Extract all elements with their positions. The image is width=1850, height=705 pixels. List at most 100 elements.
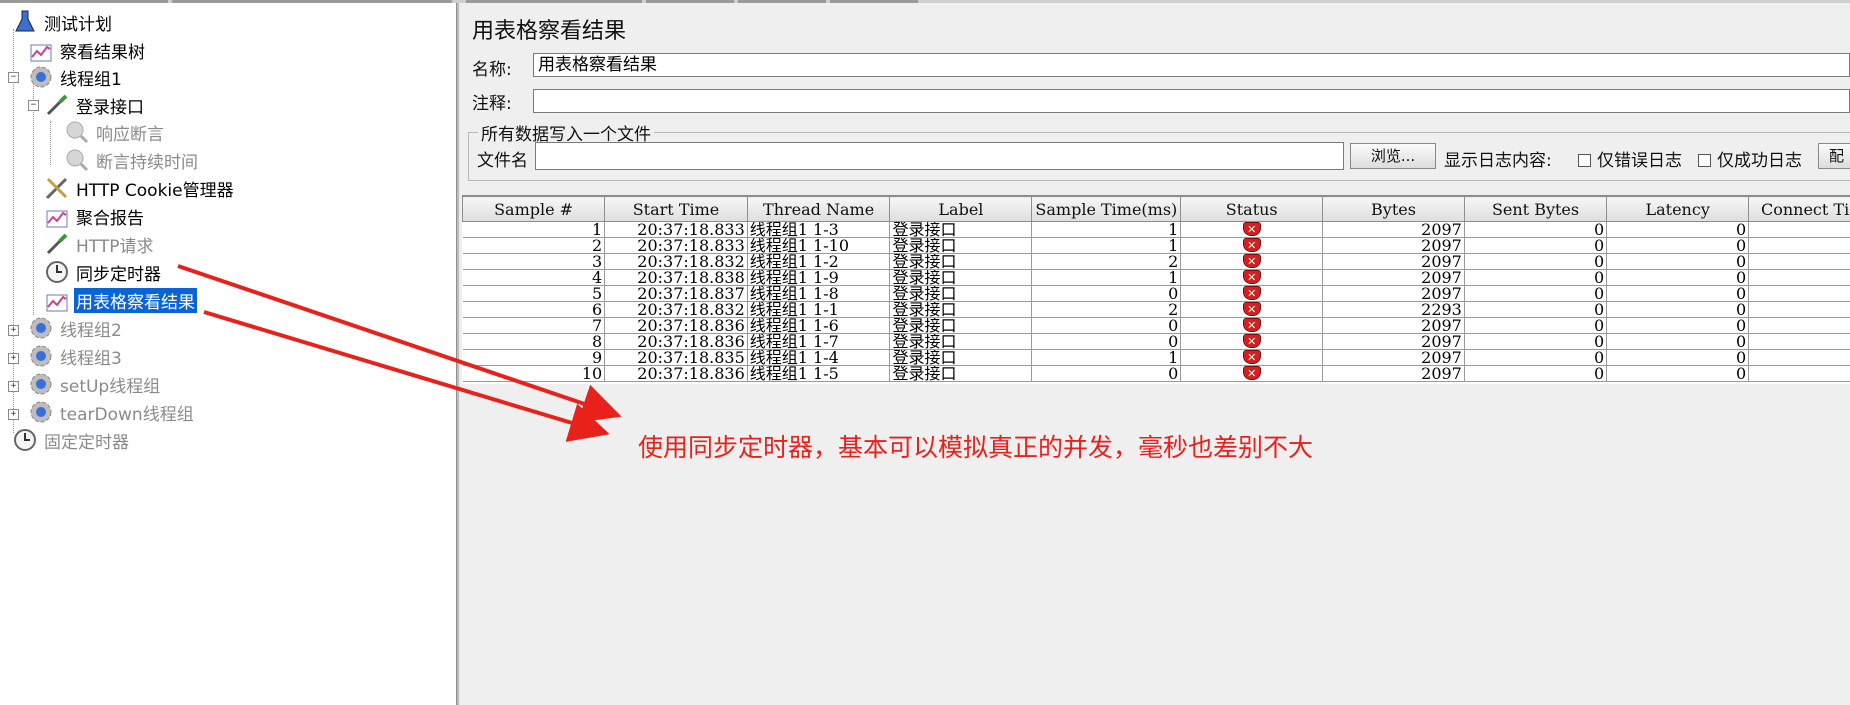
column-header[interactable]: Sample # — [461, 196, 606, 222]
tree-node[interactable]: 响应断言 — [64, 119, 166, 145]
errors-only-option[interactable]: 仅错误日志 — [1578, 146, 1682, 171]
name-label: 名称: — [472, 60, 512, 80]
tree-node[interactable]: setUp线程组 — [28, 371, 162, 397]
table-row[interactable]: 3 20:37:18.832 线程组1 1-2 登录接口 2 ✕ 2097 0 0 — [462, 253, 1850, 270]
table-cell: 10 — [462, 365, 606, 382]
sampler-pipette-icon — [44, 231, 70, 257]
filename-field[interactable] — [535, 142, 1344, 170]
tree-node[interactable]: 同步定时器 — [44, 259, 163, 285]
table-row[interactable]: 6 20:37:18.832 线程组1 1-1 登录接口 2 ✕ 2293 0 0 — [462, 301, 1850, 318]
table-row[interactable]: 7 20:37:18.836 线程组1 1-6 登录接口 0 ✕ 2097 0 0 — [462, 317, 1850, 334]
table-cell: 登录接口 — [889, 269, 1033, 286]
table-cell: 0 — [1606, 253, 1750, 270]
table-cell: 登录接口 — [889, 221, 1033, 238]
tree-node[interactable]: 测试计划 — [12, 9, 114, 35]
status-cell: ✕ — [1180, 237, 1324, 254]
table-cell: 20:37:18.835 — [604, 349, 748, 366]
table-row[interactable]: 9 20:37:18.835 线程组1 1-4 登录接口 1 ✕ 2097 0 0 — [462, 349, 1850, 366]
table-cell: 2097 — [1322, 237, 1465, 254]
expand-toggle[interactable]: + — [8, 381, 19, 392]
configure-button[interactable]: 配 — [1818, 143, 1850, 169]
browse-button[interactable]: 浏览... — [1350, 143, 1436, 169]
table-cell: 2097 — [1322, 253, 1465, 270]
expand-toggle[interactable]: + — [8, 409, 19, 420]
table-row[interactable]: 10 20:37:18.836 线程组1 1-5 登录接口 0 ✕ 2097 0 0 — [462, 365, 1850, 382]
table-cell: 线程组1 1-1 — [747, 301, 891, 318]
success-only-option[interactable]: 仅成功日志 — [1698, 146, 1802, 171]
tree-node-label: tearDown线程组 — [60, 404, 194, 425]
tree-node[interactable]: 线程组1 — [28, 64, 124, 90]
column-header[interactable]: Status — [1180, 196, 1324, 222]
table-cell: 20:37:18.836 — [604, 333, 748, 350]
expand-toggle[interactable]: + — [8, 325, 19, 336]
table-cell: 登录接口 — [889, 333, 1033, 350]
table-cell — [1748, 269, 1850, 286]
table-cell — [1748, 285, 1850, 302]
error-shield-icon: ✕ — [1242, 222, 1261, 236]
column-header[interactable]: Bytes — [1322, 196, 1465, 222]
errors-only-checkbox[interactable] — [1578, 154, 1591, 167]
table-row[interactable]: 1 20:37:18.833 线程组1 1-3 登录接口 1 ✕ 2097 0 0 — [462, 221, 1850, 238]
log-content-label: 显示日志内容: — [1444, 151, 1552, 171]
tree-node[interactable]: 线程组3 — [28, 343, 124, 369]
table-row[interactable]: 2 20:37:18.833 线程组1 1-10 登录接口 1 ✕ 2097 0 0 — [462, 237, 1850, 254]
column-header[interactable]: Latency — [1606, 196, 1750, 222]
table-cell: 2097 — [1322, 269, 1465, 286]
table-row[interactable]: 4 20:37:18.838 线程组1 1-9 登录接口 1 ✕ 2097 0 0 — [462, 269, 1850, 286]
tree-node[interactable]: 察看结果树 — [28, 37, 147, 63]
success-only-checkbox[interactable] — [1698, 154, 1711, 167]
results-table: Sample # Start Time Thread Name Label Sample… — [461, 196, 1850, 382]
comment-field[interactable] — [533, 89, 1850, 113]
status-cell: ✕ — [1180, 221, 1324, 238]
table-cell: 0 — [1464, 237, 1608, 254]
table-row[interactable]: 5 20:37:18.837 线程组1 1-8 登录接口 0 ✕ 2097 0 0 — [462, 285, 1850, 302]
table-cell: 9 — [462, 349, 606, 366]
tree-node[interactable]: HTTP请求 — [44, 231, 156, 257]
table-cell: 0 — [1031, 365, 1182, 382]
assertion-magnifier-icon — [64, 119, 90, 145]
collapse-toggle[interactable]: − — [28, 100, 39, 111]
status-cell: ✕ — [1180, 365, 1324, 382]
tree-connector — [13, 29, 14, 433]
expand-toggle[interactable]: + — [8, 353, 19, 364]
table-cell: 0 — [1606, 349, 1750, 366]
column-header[interactable]: Start Time — [604, 196, 748, 222]
error-shield-icon: ✕ — [1242, 286, 1261, 300]
table-cell: 2 — [1031, 253, 1182, 270]
tree-node[interactable]: tearDown线程组 — [28, 399, 196, 425]
tree-node[interactable]: 聚合报告 — [44, 203, 146, 229]
column-header[interactable]: Sent Bytes — [1463, 196, 1608, 222]
table-cell: 0 — [1464, 317, 1608, 334]
table-cell: 20:37:18.836 — [604, 365, 748, 382]
table-cell — [1748, 333, 1850, 350]
table-cell: 0 — [1606, 221, 1750, 238]
tree-node[interactable]: 登录接口 — [44, 92, 146, 118]
tree-node[interactable]: HTTP Cookie管理器 — [44, 175, 236, 201]
tree-node[interactable]: 固定定时器 — [12, 427, 131, 453]
status-cell: ✕ — [1180, 333, 1324, 350]
column-header[interactable]: Thread Name — [746, 196, 891, 222]
timer-clock-icon — [12, 427, 38, 453]
table-cell: 登录接口 — [889, 285, 1033, 302]
table-cell: 线程组1 1-10 — [747, 237, 891, 254]
collapse-toggle[interactable]: − — [8, 72, 19, 83]
table-cell: 20:37:18.832 — [604, 253, 748, 270]
table-cell: 2097 — [1322, 333, 1465, 350]
column-header[interactable]: Label — [889, 196, 1033, 222]
tree-node[interactable]: 断言持续时间 — [64, 147, 200, 173]
table-cell: 2 — [1031, 301, 1182, 318]
tree-node[interactable]: 用表格察看结果 — [44, 287, 197, 313]
annotation-text: 使用同步定时器，基本可以模拟真正的并发，毫秒也差别不大 — [638, 433, 1314, 462]
name-field[interactable]: 用表格察看结果 — [533, 53, 1850, 77]
table-cell: 1 — [1031, 269, 1182, 286]
table-cell: 线程组1 1-9 — [747, 269, 891, 286]
table-cell: 1 — [1031, 221, 1182, 238]
column-header[interactable]: Sample Time(ms) — [1031, 196, 1182, 222]
error-shield-icon: ✕ — [1242, 238, 1261, 252]
table-cell: 5 — [462, 285, 606, 302]
table-row[interactable]: 8 20:37:18.836 线程组1 1-7 登录接口 0 ✕ 2097 0 0 — [462, 333, 1850, 350]
table-cell: 0 — [1464, 333, 1608, 350]
column-header[interactable]: Connect Ti — [1748, 196, 1850, 222]
tree-node[interactable]: 线程组2 — [28, 315, 124, 341]
table-cell: 4 — [462, 269, 606, 286]
